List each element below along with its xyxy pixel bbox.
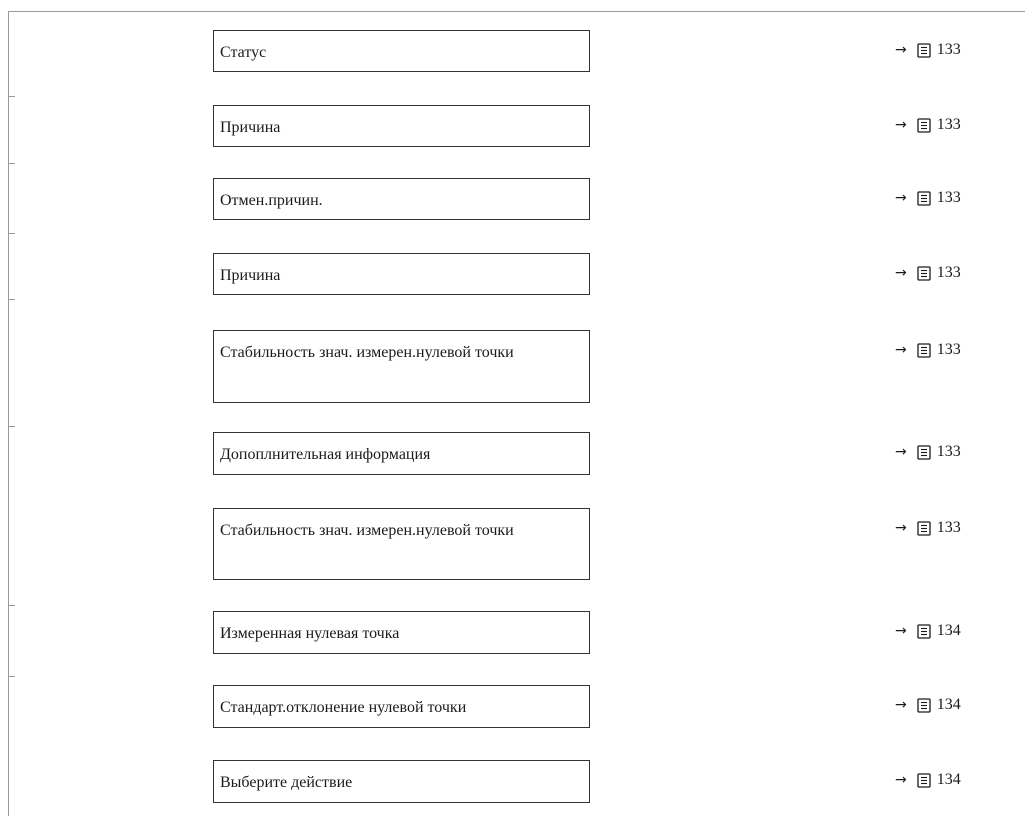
page-number: 134: [936, 696, 961, 713]
parameter-name-box: Допоплнительная информация: [213, 432, 590, 475]
parameter-name-box: Причина: [213, 253, 590, 295]
page-number: 134: [936, 771, 961, 788]
arrow-icon: →: [895, 265, 907, 281]
edge-tick: [8, 676, 15, 677]
parameter-name-box: Стабильность знач. измерен.нулевой точки: [213, 508, 590, 580]
book-icon: [917, 42, 931, 58]
parameter-name: Отмен.причин.: [220, 192, 323, 209]
page-reference[interactable]: → 134: [895, 696, 961, 714]
parameter-name-box: Причина: [213, 105, 590, 147]
parameter-name-box: Выберите действие: [213, 760, 590, 803]
arrow-icon: →: [895, 190, 907, 206]
page-reference[interactable]: → 134: [895, 771, 961, 789]
book-icon: [917, 342, 931, 358]
book-icon: [917, 190, 931, 206]
book-icon: [917, 697, 931, 713]
arrow-icon: →: [895, 42, 907, 58]
book-icon: [917, 117, 931, 133]
parameter-name: Причина: [220, 267, 281, 284]
page-reference[interactable]: → 133: [895, 443, 961, 461]
arrow-icon: →: [895, 520, 907, 536]
arrow-icon: →: [895, 772, 907, 788]
page-reference[interactable]: → 133: [895, 41, 961, 59]
parameter-name-box: Измеренная нулевая точка: [213, 611, 590, 654]
page-reference[interactable]: → 134: [895, 622, 961, 640]
parameter-name: Причина: [220, 119, 281, 136]
book-icon: [917, 623, 931, 639]
page-number: 134: [936, 622, 961, 639]
page-number: 133: [936, 189, 961, 206]
page-number: 133: [936, 443, 961, 460]
book-icon: [917, 772, 931, 788]
parameter-name: Стабильность знач. измерен.нулевой точки: [220, 522, 514, 539]
arrow-icon: →: [895, 623, 907, 639]
page-reference[interactable]: → 133: [895, 116, 961, 134]
arrow-icon: →: [895, 117, 907, 133]
page-number: 133: [936, 264, 961, 281]
edge-tick: [8, 605, 15, 606]
page-reference[interactable]: → 133: [895, 341, 961, 359]
edge-tick: [8, 426, 15, 427]
edge-tick: [8, 163, 15, 164]
page-reference[interactable]: → 133: [895, 264, 961, 282]
book-icon: [917, 520, 931, 536]
parameter-name: Выберите действие: [220, 774, 353, 791]
book-icon: [917, 444, 931, 460]
edge-tick: [8, 299, 15, 300]
parameter-name-box: Статус: [213, 30, 590, 72]
edge-tick: [8, 233, 15, 234]
page-number: 133: [936, 41, 961, 58]
page-reference[interactable]: → 133: [895, 189, 961, 207]
parameter-name: Стабильность знач. измерен.нулевой точки: [220, 344, 514, 361]
parameter-name: Стандарт.отклонение нулевой точки: [220, 699, 467, 716]
parameter-name: Допоплнительная информация: [220, 446, 431, 463]
arrow-icon: →: [895, 342, 907, 358]
parameter-name-box: Отмен.причин.: [213, 178, 590, 220]
page-number: 133: [936, 116, 961, 133]
parameter-name-box: Стабильность знач. измерен.нулевой точки: [213, 330, 590, 403]
page-number: 133: [936, 519, 961, 536]
arrow-icon: →: [895, 697, 907, 713]
book-icon: [917, 265, 931, 281]
edge-tick: [8, 96, 15, 97]
arrow-icon: →: [895, 444, 907, 460]
page-reference[interactable]: → 133: [895, 519, 961, 537]
parameter-name: Измеренная нулевая точка: [220, 625, 400, 642]
page-number: 133: [936, 341, 961, 358]
parameter-name: Статус: [220, 44, 267, 61]
parameter-name-box: Стандарт.отклонение нулевой точки: [213, 685, 590, 728]
